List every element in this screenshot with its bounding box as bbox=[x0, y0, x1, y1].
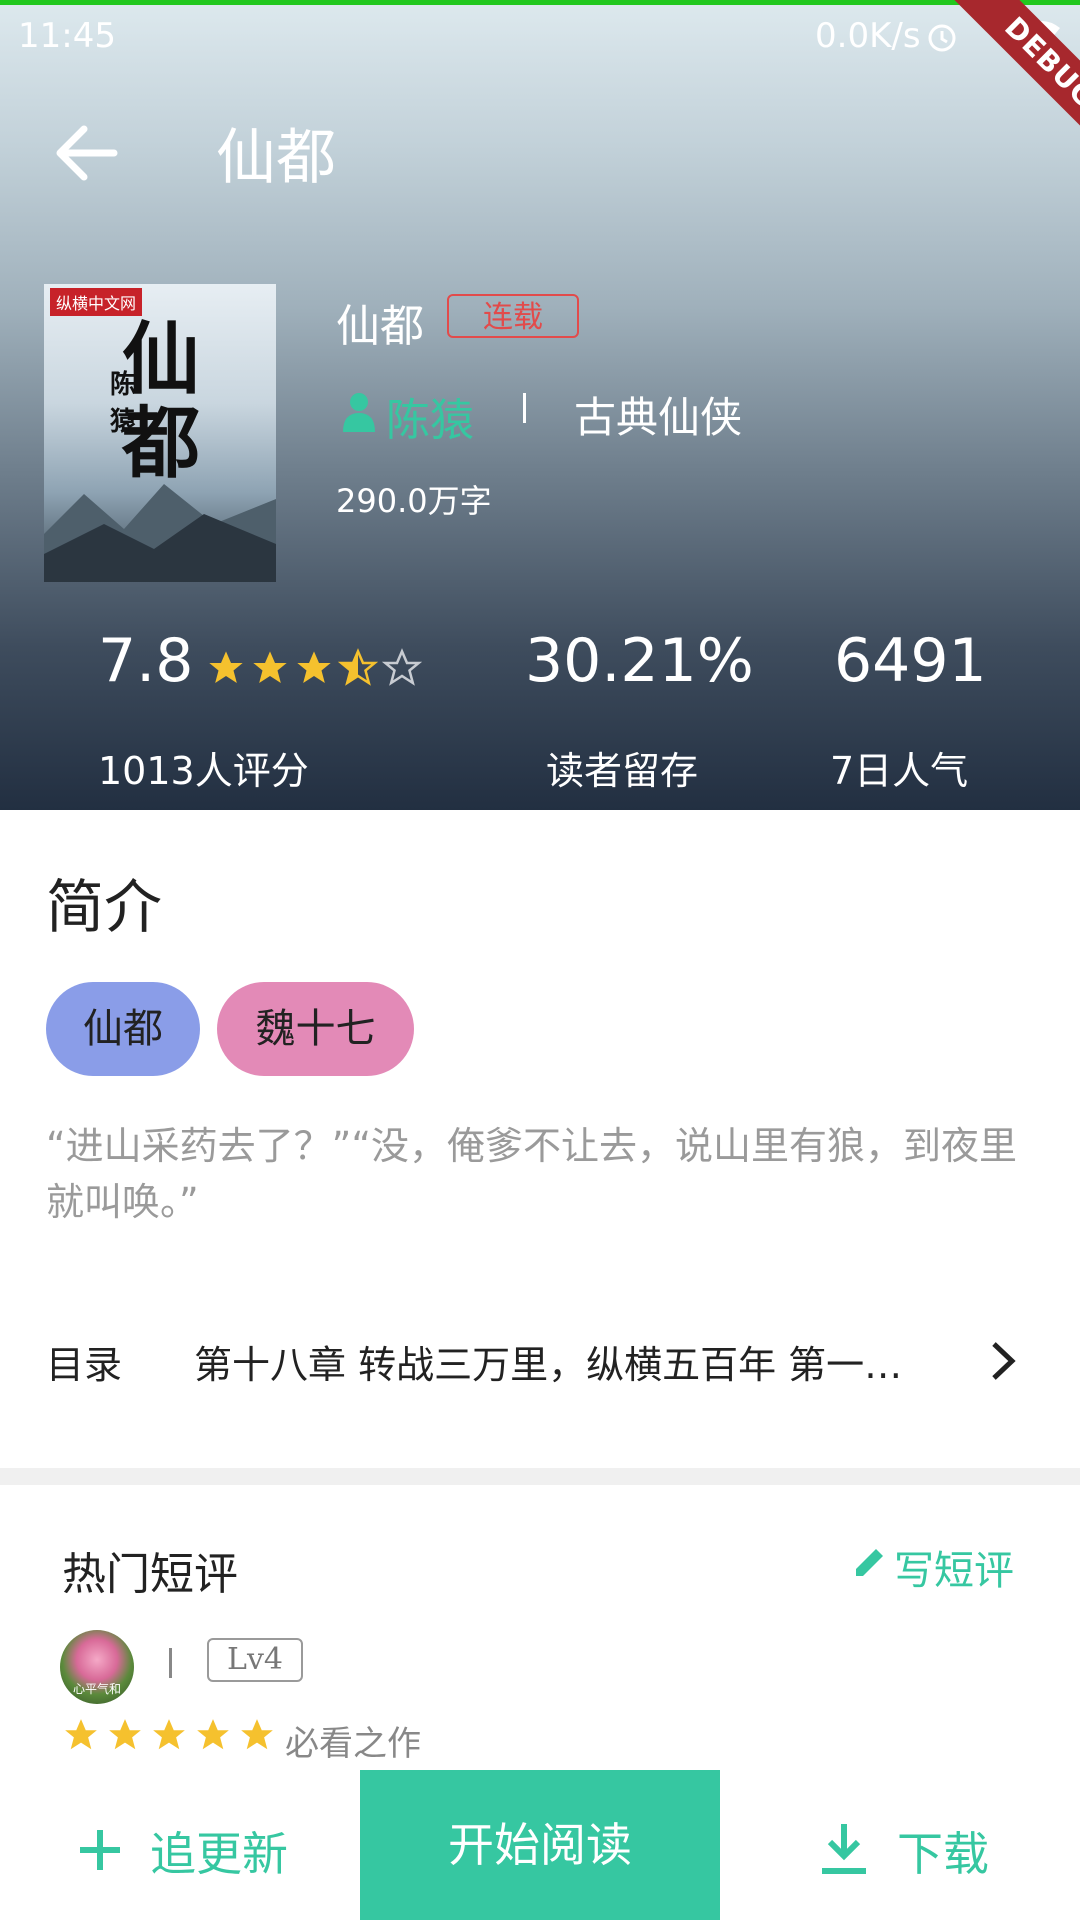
star-full-icon bbox=[197, 1719, 229, 1750]
book-name: 仙都 bbox=[336, 301, 424, 352]
top-progress-line bbox=[0, 0, 1080, 5]
status-time: 11:45 bbox=[18, 16, 116, 56]
back-arrow-icon[interactable] bbox=[52, 118, 122, 188]
download-icon bbox=[820, 1822, 868, 1878]
user-level-badge: Lv4 bbox=[207, 1638, 303, 1682]
download-label: 下载 bbox=[897, 1827, 989, 1881]
book-header: 11:45 0.0K/s DEBUG 仙都 纵横中文网 仙都 陈猿 仙都 连载 … bbox=[0, 0, 1080, 810]
star-full-icon bbox=[153, 1719, 185, 1750]
star-full-icon bbox=[297, 651, 331, 683]
cover-author: 陈猿 bbox=[110, 370, 137, 437]
star-full-icon bbox=[253, 651, 287, 683]
reviewer-avatar[interactable]: 心平气和 bbox=[60, 1630, 134, 1704]
star-full-icon bbox=[109, 1719, 141, 1750]
chevron-right-icon bbox=[986, 1340, 1022, 1382]
follow-updates-label: 追更新 bbox=[150, 1827, 288, 1881]
genre-label: 古典仙侠 bbox=[574, 393, 743, 442]
star-full-icon bbox=[65, 1719, 97, 1750]
start-reading-button[interactable]: 开始阅读 bbox=[360, 1770, 720, 1920]
toc-label: 目录 bbox=[46, 1343, 123, 1387]
rating-score: 7.8 bbox=[98, 626, 194, 696]
meta-divider bbox=[523, 393, 526, 423]
tag-chip[interactable]: 仙都 bbox=[46, 982, 200, 1076]
page-title: 仙都 bbox=[216, 123, 336, 193]
cover-brand: 纵横中文网 bbox=[50, 288, 143, 316]
book-cover: 纵横中文网 仙都 陈猿 bbox=[44, 284, 276, 582]
word-count: 290.0万字 bbox=[336, 482, 492, 520]
author-person-icon bbox=[342, 392, 376, 432]
intro-text: “进山采药去了？”“没，俺爹不让去，说山里有狼，到夜里就叫唤。” bbox=[46, 1124, 1018, 1224]
rating-stars bbox=[206, 648, 426, 692]
review-divider bbox=[169, 1648, 172, 1678]
pencil-icon bbox=[852, 1544, 888, 1580]
author-link[interactable]: 陈猿 bbox=[386, 384, 474, 448]
star-half-icon bbox=[337, 648, 379, 686]
hot-reviews-heading: 热门短评 bbox=[62, 1549, 238, 1600]
tag-chip[interactable]: 魏十七 bbox=[217, 982, 414, 1076]
star-full-icon bbox=[241, 1719, 273, 1750]
status-net-speed: 0.0K/s bbox=[815, 16, 921, 56]
rating-count-label: 1013人评分 bbox=[98, 749, 309, 793]
star-full-icon bbox=[209, 651, 243, 683]
retention-label: 读者留存 bbox=[546, 749, 699, 793]
popularity-value: 6491 bbox=[834, 626, 987, 696]
section-divider bbox=[0, 1468, 1080, 1485]
popularity-label: 7日人气 bbox=[830, 749, 969, 793]
retention-value: 30.21% bbox=[525, 626, 754, 696]
cover-mountains bbox=[44, 484, 276, 582]
avatar-text: 心平气和 bbox=[72, 1682, 121, 1696]
star-empty-icon bbox=[381, 648, 423, 686]
serial-status-badge: 连载 bbox=[447, 294, 579, 338]
review-stars bbox=[62, 1716, 282, 1758]
plus-icon bbox=[78, 1828, 122, 1872]
review-text: 必看之作 bbox=[285, 1724, 421, 1764]
write-review-label: 写短评 bbox=[894, 1548, 1014, 1594]
latest-chapter: 第十八章 转战三万里，纵横五百年 第一… bbox=[194, 1343, 903, 1387]
alarm-icon bbox=[925, 20, 959, 58]
intro-heading: 简介 bbox=[46, 873, 163, 941]
